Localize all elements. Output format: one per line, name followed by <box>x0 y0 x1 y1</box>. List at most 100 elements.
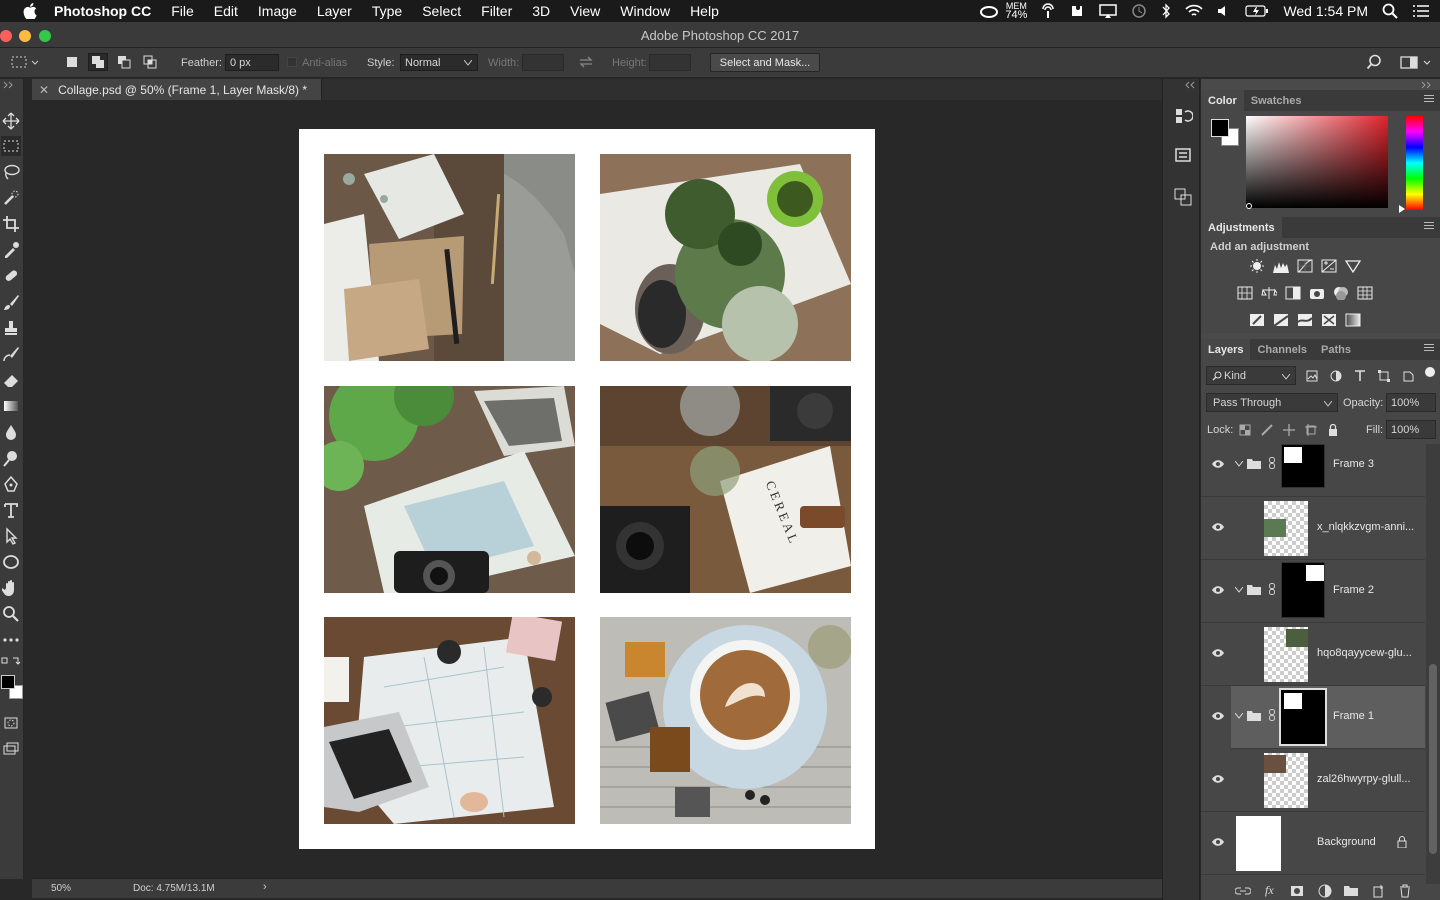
foreground-background-colors[interactable] <box>1 671 23 705</box>
visibility-eye-icon[interactable] <box>1211 773 1225 785</box>
quick-mask-icon[interactable] <box>1 713 21 733</box>
wifi-icon[interactable] <box>1185 4 1204 18</box>
spotlight-icon[interactable] <box>1382 3 1398 19</box>
style-select[interactable]: Normal <box>400 54 478 71</box>
layer-row-frame-1[interactable]: Frame 1 <box>1201 686 1425 749</box>
layer-row-background[interactable]: Background <box>1201 812 1425 875</box>
menu-view[interactable]: View <box>570 3 600 19</box>
layer-row-frame-2[interactable]: Frame 2 <box>1201 560 1425 623</box>
curves-icon[interactable] <box>1297 259 1313 273</box>
exposure-icon[interactable] <box>1321 259 1337 273</box>
group-expand-chevron-icon[interactable] <box>1235 587 1243 593</box>
height-input[interactable] <box>649 54 691 71</box>
new-group-icon[interactable] <box>1344 885 1358 897</box>
black-white-icon[interactable] <box>1285 286 1301 300</box>
lock-transparent-pixels-icon[interactable] <box>1239 424 1251 436</box>
vibrance-icon[interactable] <box>1345 259 1361 273</box>
foreground-color-chip[interactable] <box>1211 119 1229 137</box>
mask-link-icon[interactable] <box>1269 457 1275 469</box>
layer-mask-thumbnail[interactable] <box>1279 688 1327 746</box>
invert-icon[interactable] <box>1249 313 1265 327</box>
menu-image[interactable]: Image <box>258 3 297 19</box>
brush-tool-icon[interactable] <box>1 292 21 312</box>
menu-file[interactable]: File <box>171 3 194 19</box>
add-to-selection-icon[interactable] <box>88 53 108 71</box>
layer-name[interactable]: Frame 1 <box>1333 710 1374 722</box>
eraser-tool-icon[interactable] <box>1 370 21 390</box>
swap-colors-icon[interactable] <box>1 655 21 669</box>
subtract-from-selection-icon[interactable] <box>116 54 132 70</box>
new-layer-icon[interactable] <box>1372 884 1386 898</box>
move-tool-icon[interactable] <box>1 111 21 131</box>
document-tab[interactable]: ✕ Collage.psd @ 50% (Frame 1, Layer Mask… <box>32 79 322 100</box>
battery-icon[interactable] <box>1245 5 1269 17</box>
clone-stamp-tool-icon[interactable] <box>1 318 21 338</box>
properties-panel-icon[interactable] <box>1173 145 1193 165</box>
quick-selection-tool-icon[interactable] <box>1 188 21 208</box>
visibility-eye-icon[interactable] <box>1211 521 1225 533</box>
history-brush-tool-icon[interactable] <box>1 344 21 364</box>
lock-image-pixels-icon[interactable] <box>1261 424 1273 436</box>
canvas-area[interactable]: CEREAL <box>32 100 1162 878</box>
crop-tool-icon[interactable] <box>1 214 21 234</box>
screen-mode-icon[interactable] <box>1 739 21 759</box>
creative-cloud-icon[interactable] <box>979 4 999 18</box>
levels-icon[interactable] <box>1273 259 1289 273</box>
tab-paths[interactable]: Paths <box>1314 339 1358 360</box>
group-expand-chevron-icon[interactable] <box>1235 461 1243 467</box>
tab-adjustments[interactable]: Adjustments <box>1201 217 1282 238</box>
filter-toggle-icon[interactable] <box>1425 367 1435 377</box>
notification-center-icon[interactable] <box>1412 4 1430 18</box>
close-tab-icon[interactable]: ✕ <box>39 83 49 97</box>
brightness-contrast-icon[interactable] <box>1249 259 1265 273</box>
visibility-eye-icon[interactable] <box>1211 836 1225 848</box>
collapse-panels-icon[interactable] <box>1183 81 1203 89</box>
layer-thumbnail[interactable] <box>1236 816 1281 871</box>
collapse-tools-icon[interactable] <box>2 81 22 89</box>
menu-3d[interactable]: 3D <box>532 3 550 19</box>
threshold-icon[interactable] <box>1297 313 1313 327</box>
feather-input[interactable]: 0 px <box>225 54 279 71</box>
zoom-level[interactable]: 50% <box>51 883 71 894</box>
layers-scrollbar-thumb[interactable] <box>1429 664 1437 854</box>
ellipse-tool-icon[interactable] <box>1 552 21 572</box>
layer-style-fx-icon[interactable]: fx <box>1265 883 1274 898</box>
layer-mask-thumbnail[interactable] <box>1281 444 1325 488</box>
menu-edit[interactable]: Edit <box>214 3 238 19</box>
foreground-color-swatch[interactable] <box>1 675 15 689</box>
group-expand-chevron-icon[interactable] <box>1235 713 1243 719</box>
collapse-dock-icon[interactable] <box>1420 81 1440 89</box>
antialias-checkbox[interactable] <box>287 57 297 67</box>
channel-mixer-icon[interactable] <box>1333 286 1349 300</box>
menu-help[interactable]: Help <box>690 3 719 19</box>
filter-adjustment-layers-icon[interactable] <box>1330 370 1342 382</box>
marquee-preset-icon[interactable] <box>10 54 39 70</box>
mask-link-icon[interactable] <box>1269 583 1275 595</box>
menu-type[interactable]: Type <box>372 3 402 19</box>
layer-name[interactable]: Frame 3 <box>1333 458 1374 470</box>
gradient-map-icon[interactable] <box>1345 313 1361 327</box>
photo-filter-icon[interactable] <box>1309 286 1325 300</box>
volume-icon[interactable] <box>1217 4 1231 18</box>
menu-clock[interactable]: Wed 1:54 PM <box>1283 3 1368 19</box>
layer-name[interactable]: Background <box>1317 836 1376 848</box>
layer-filter-select[interactable]: Kind <box>1206 366 1296 385</box>
pen-tool-icon[interactable] <box>1 474 21 494</box>
airport-icon[interactable] <box>1041 3 1055 19</box>
filter-shape-layers-icon[interactable] <box>1378 370 1390 382</box>
color-balance-icon[interactable] <box>1261 286 1277 300</box>
layer-row-frame-3[interactable]: Frame 3 <box>1201 444 1425 497</box>
menu-window[interactable]: Window <box>620 3 670 19</box>
filter-smart-objects-icon[interactable] <box>1402 370 1414 382</box>
delete-layer-icon[interactable] <box>1399 884 1411 898</box>
select-and-mask-button[interactable]: Select and Mask... <box>710 53 820 72</box>
layer-name[interactable]: x_nlqkkzvgm-anni... <box>1317 521 1417 533</box>
lock-artboard-icon[interactable] <box>1305 424 1317 436</box>
type-tool-icon[interactable] <box>1 500 21 520</box>
hue-saturation-icon[interactable] <box>1237 286 1253 300</box>
swap-width-height-icon[interactable] <box>578 54 594 70</box>
layers-scrollbar[interactable] <box>1426 444 1440 884</box>
lasso-tool-icon[interactable] <box>1 162 21 182</box>
layer-thumbnail[interactable] <box>1264 627 1308 682</box>
mask-link-icon[interactable] <box>1269 709 1275 721</box>
